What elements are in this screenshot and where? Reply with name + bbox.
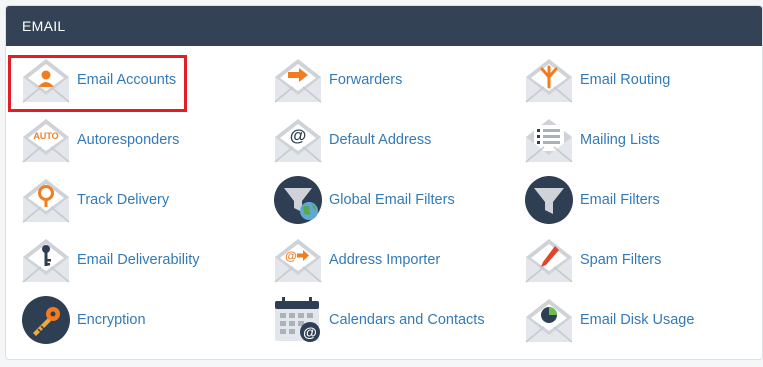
item-calendars-and-contacts[interactable]: @ Calendars and Contacts [273, 295, 485, 345]
envelope-key-icon [22, 239, 70, 283]
item-email-filters[interactable]: Email Filters [524, 175, 660, 225]
auto-text: AUTO [33, 131, 58, 141]
envelope-at-arrow-icon: @ [274, 239, 322, 283]
envelope-location-icon [22, 179, 70, 223]
item-label[interactable]: Track Delivery [77, 192, 169, 208]
section-title: EMAIL [22, 18, 66, 34]
item-email-disk-usage[interactable]: Email Disk Usage [524, 295, 694, 345]
funnel-icon [525, 176, 573, 224]
item-label[interactable]: Email Filters [580, 192, 660, 208]
item-label[interactable]: Default Address [329, 132, 431, 148]
envelope-at-icon: @ [274, 119, 322, 163]
item-label[interactable]: Global Email Filters [329, 192, 455, 208]
svg-text:@: @ [290, 126, 307, 145]
item-email-deliverability[interactable]: Email Deliverability [21, 235, 199, 285]
envelope-pie-icon [525, 299, 573, 343]
envelope-pen-icon [525, 239, 573, 283]
item-label[interactable]: Address Importer [329, 252, 440, 268]
item-label[interactable]: Autoresponders [77, 132, 179, 148]
item-spam-filters[interactable]: Spam Filters [524, 235, 661, 285]
highlight-box [8, 55, 187, 112]
calendar-at-icon: @ [275, 297, 320, 342]
item-forwarders[interactable]: Forwarders [273, 55, 402, 105]
globe-filter-icon [274, 176, 322, 224]
item-autoresponders[interactable]: AUTO Autoresponders [21, 115, 179, 165]
section-header: EMAIL [6, 6, 762, 46]
item-label[interactable]: Forwarders [329, 72, 402, 88]
envelope-arrow-icon [274, 59, 322, 103]
item-label[interactable]: Email Deliverability [77, 252, 199, 268]
item-address-importer[interactable]: @ Address Importer [273, 235, 440, 285]
item-label[interactable]: Email Routing [580, 72, 670, 88]
item-label[interactable]: Calendars and Contacts [329, 312, 485, 328]
item-global-email-filters[interactable]: Global Email Filters [273, 175, 455, 225]
item-mailing-lists[interactable]: Mailing Lists [524, 115, 660, 165]
envelope-list-icon [525, 119, 573, 163]
item-label[interactable]: Encryption [77, 312, 146, 328]
key-icon [22, 296, 70, 344]
svg-text:@: @ [285, 249, 297, 263]
item-email-routing[interactable]: Email Routing [524, 55, 670, 105]
svg-text:@: @ [303, 324, 317, 340]
item-label[interactable]: Email Disk Usage [580, 312, 694, 328]
item-track-delivery[interactable]: Track Delivery [21, 175, 169, 225]
envelope-routing-icon [525, 59, 573, 103]
item-label[interactable]: Mailing Lists [580, 132, 660, 148]
envelope-auto-icon: AUTO [22, 119, 70, 163]
item-label[interactable]: Spam Filters [580, 252, 661, 268]
item-default-address[interactable]: @ Default Address [273, 115, 431, 165]
item-encryption[interactable]: Encryption [21, 295, 146, 345]
